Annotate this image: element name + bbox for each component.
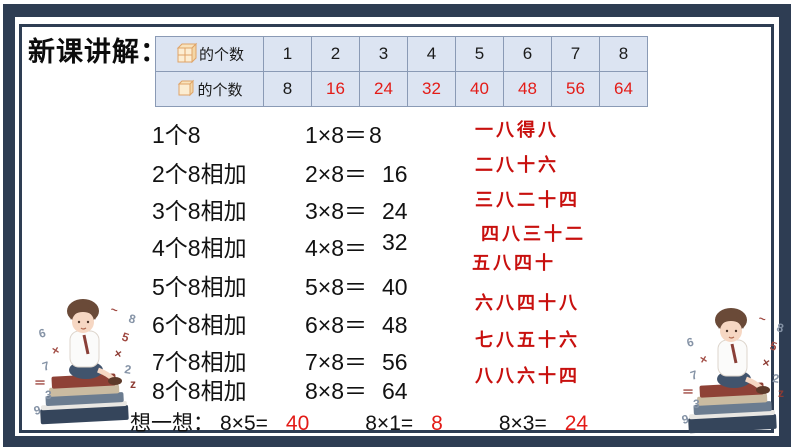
multi-cube-icon (175, 41, 198, 67)
think-item: 8×1= 8 (365, 412, 443, 435)
svg-text:7: 7 (689, 367, 700, 382)
equation-label: 3个8相加 (152, 198, 247, 224)
svg-text:2: 2 (124, 362, 133, 377)
page-title: 新课讲解： (28, 37, 168, 67)
table-cell: 48 (503, 71, 552, 107)
equation-expression: 8×8＝ (305, 378, 368, 404)
svg-text:5: 5 (120, 330, 131, 345)
svg-text:6: 6 (37, 326, 47, 341)
svg-text:×: × (51, 343, 61, 358)
equation-expression: 4×8＝ (305, 235, 368, 261)
equation-row: 4个8相加 4×8＝ 32 (152, 229, 482, 263)
svg-text:3: 3 (693, 397, 700, 411)
equation-label: 5个8相加 (152, 274, 247, 300)
svg-text:2: 2 (772, 371, 781, 386)
table-cell: 16 (311, 71, 360, 107)
equation-label: 2个8相加 (152, 161, 247, 187)
svg-text:6: 6 (685, 335, 695, 350)
boy-on-books-illustration-left: 6 ~ 8 5 × 2 z × 7 ＝ 3 9 (26, 286, 146, 432)
think-item: 8×3= 24 (499, 412, 588, 435)
table-cell: 56 (551, 71, 600, 107)
table-cell: 7 (551, 36, 600, 72)
equation-row: 8个8相加 8×8＝ 64 (152, 372, 482, 406)
svg-text:8: 8 (775, 320, 785, 335)
svg-text:z: z (130, 377, 136, 391)
equation-answer: 16 (382, 161, 408, 187)
table-cell: 2 (311, 36, 360, 72)
equation-row: 6个8相加 6×8＝ 48 (152, 306, 482, 340)
svg-text:7: 7 (41, 358, 52, 373)
svg-text:×: × (113, 346, 122, 361)
row-label: 的个数 (198, 46, 244, 64)
table-cell: 32 (407, 71, 456, 107)
equation-row: 1个8 1×8＝8 (152, 116, 482, 150)
table-cell: 24 (359, 71, 408, 107)
think-item: 8×5= 40 (220, 412, 309, 435)
think-line: 想一想： 8×5= 40 8×1= 8 8×3= 24 (130, 407, 644, 437)
think-expression: 8×5= (220, 412, 268, 435)
svg-text:3: 3 (45, 388, 52, 402)
equation-label: 1个8 (152, 122, 201, 148)
think-answer: 24 (564, 412, 589, 435)
rhyme-line: 二八十六 (475, 155, 559, 175)
rhyme-line: 六八四十八 (475, 293, 580, 313)
single-cube-icon (176, 78, 195, 101)
table-cell: 4 (407, 36, 456, 72)
boy-on-books-illustration-right: 6 ~ 8 5 × 2 z × 7 ＝ 3 9 (674, 293, 794, 443)
equation-expression: 5×8＝ (305, 274, 368, 300)
equation-expression: 6×8＝ (305, 312, 368, 338)
rhyme-line: 四八三十二 (481, 224, 586, 244)
svg-text:8: 8 (127, 311, 137, 326)
equation-answer: 64 (382, 378, 408, 404)
equation-answer: 48 (382, 312, 408, 338)
equation-expression: 3×8＝ (305, 198, 368, 224)
equation-label: 6个8相加 (152, 312, 247, 338)
rhyme-line: 七八五十六 (475, 330, 580, 350)
rhyme-line: 五八四十 (472, 253, 556, 273)
table-cell: 8 (263, 71, 312, 107)
svg-text:~: ~ (757, 311, 767, 326)
svg-text:~: ~ (109, 302, 119, 317)
table-cell: 40 (455, 71, 504, 107)
equation-expression: 2×8＝ (305, 161, 368, 187)
counts-table: 的个数 1 2 3 4 5 6 7 8 的个数 8 16 24 32 40 48… (155, 36, 648, 107)
think-expression: 8×3= (498, 412, 547, 435)
equation-expression: 1×8＝ (305, 122, 368, 148)
table-row-totals: 的个数 8 16 24 32 40 48 56 64 (155, 71, 648, 107)
rhyme-line: 三八二十四 (475, 190, 580, 210)
table-cell: 3 (359, 36, 408, 72)
think-answer: 40 (285, 412, 310, 435)
equation-answer: 8 (369, 122, 382, 148)
equation-row: 2个8相加 2×8＝ 16 (152, 155, 482, 189)
svg-text:×: × (699, 352, 709, 367)
svg-text:×: × (761, 355, 770, 370)
svg-text:z: z (778, 386, 784, 400)
row-header-cubes: 的个数 (155, 71, 264, 107)
table-cell: 8 (599, 36, 648, 72)
equation-answer: 32 (382, 229, 408, 255)
equation-answer: 24 (382, 198, 408, 224)
equation-label: 4个8相加 (152, 235, 247, 261)
table-cell: 64 (599, 71, 648, 107)
table-cell: 1 (263, 36, 312, 72)
equation-row: 3个8相加 3×8＝ 24 (152, 192, 482, 226)
equation-row: 5个8相加 5×8＝ 40 (152, 268, 482, 302)
rhyme-line: 一八得八 (475, 120, 559, 140)
equation-answer: 40 (382, 274, 408, 300)
lesson-slide: 新课讲解： 的个数 1 2 3 4 5 6 7 8 的个数 8 16 24 32… (0, 0, 794, 447)
table-row-groups: 的个数 1 2 3 4 5 6 7 8 (155, 36, 648, 72)
think-answer: 8 (431, 412, 443, 435)
think-expression: 8×1= (365, 412, 414, 435)
rhyme-line: 八八六十四 (475, 366, 580, 386)
equation-label: 8个8相加 (152, 378, 247, 404)
row-label: 的个数 (197, 81, 243, 99)
table-cell: 6 (503, 36, 552, 72)
row-header-groups: 的个数 (155, 36, 264, 72)
table-cell: 5 (455, 36, 504, 72)
svg-text:5: 5 (768, 339, 779, 354)
